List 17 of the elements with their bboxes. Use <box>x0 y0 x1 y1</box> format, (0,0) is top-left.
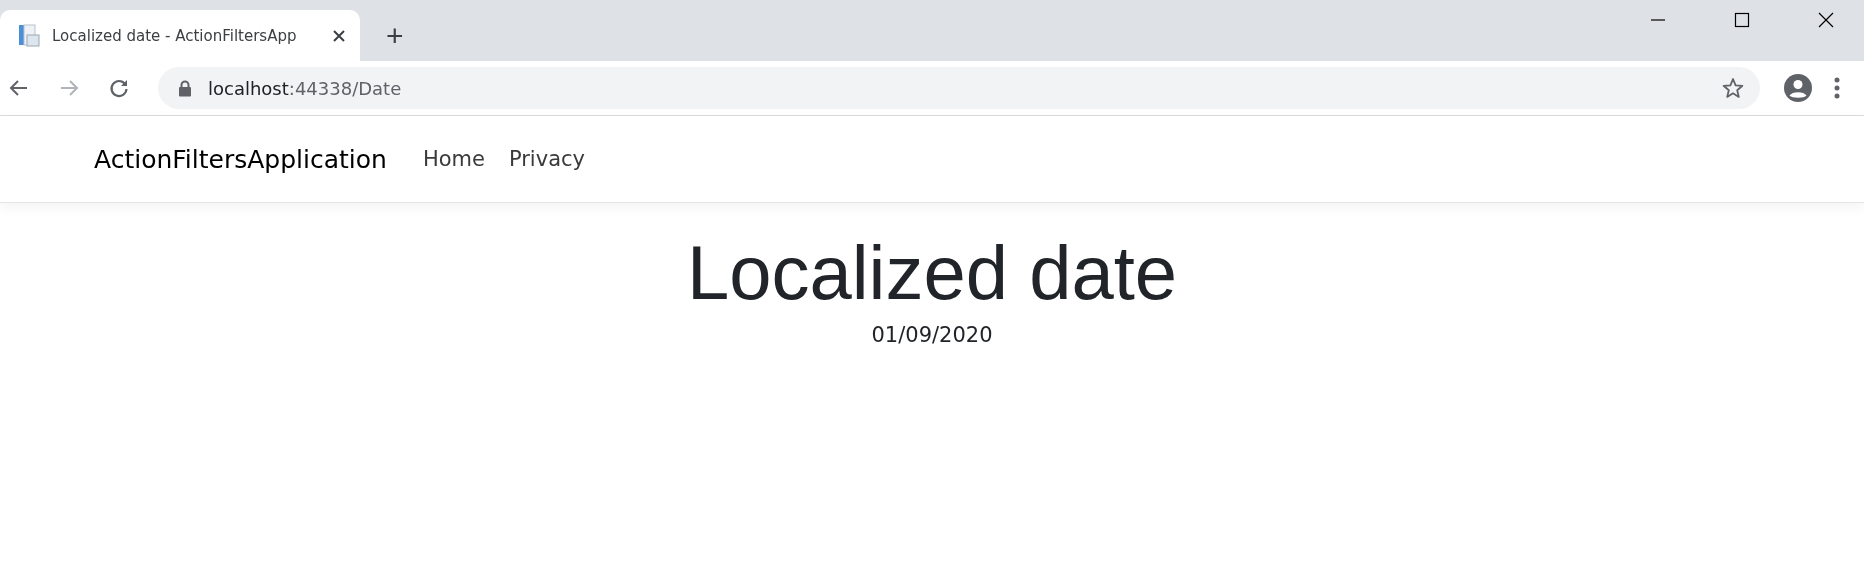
star-icon[interactable] <box>1722 77 1744 99</box>
date-text: 01/09/2020 <box>870 322 994 347</box>
menu-icon[interactable] <box>1834 77 1840 99</box>
lock-icon <box>178 79 192 97</box>
account-icon[interactable] <box>1784 74 1812 102</box>
close-icon[interactable] <box>332 28 346 43</box>
brand-link[interactable]: ActionFiltersApplication <box>94 144 387 174</box>
close-icon[interactable] <box>1818 12 1834 28</box>
reload-icon[interactable] <box>108 77 130 99</box>
maximize-icon[interactable] <box>1734 12 1750 28</box>
nav-link[interactable]: Home <box>422 147 485 171</box>
address-field[interactable]: localhost:44338/Date <box>158 67 1760 109</box>
browser-tab[interactable]: Localized date - ActionFiltersApp <box>0 10 360 61</box>
nav-link[interactable]: Privacy <box>508 147 585 171</box>
page-heading: Localized date <box>685 231 1179 315</box>
document-icon <box>18 23 40 48</box>
new-tab-button[interactable]: + <box>378 17 412 55</box>
